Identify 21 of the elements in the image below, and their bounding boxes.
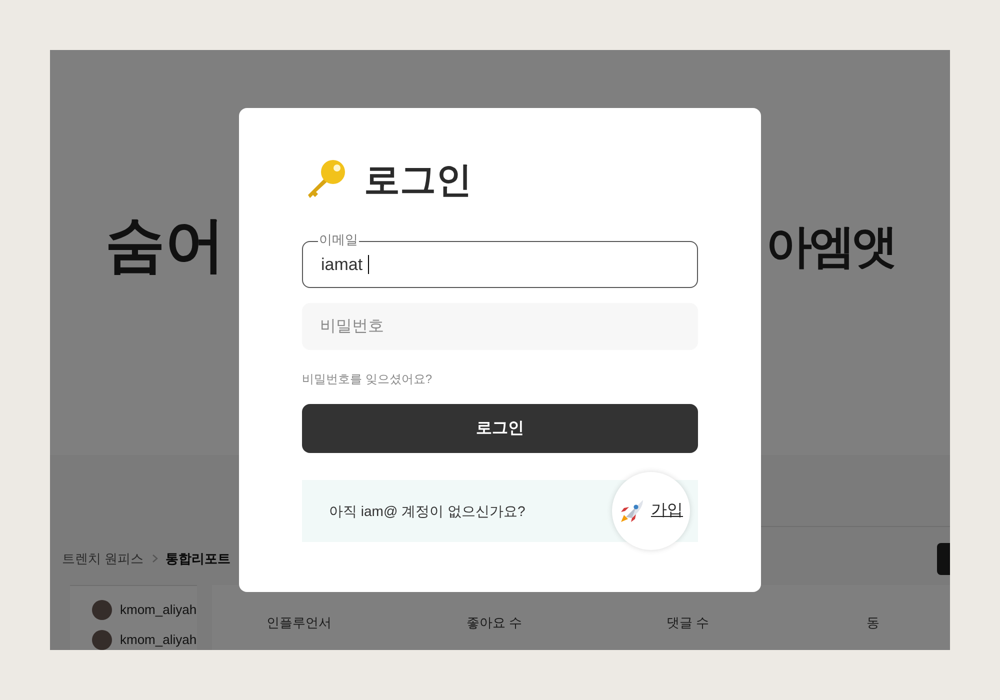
breadcrumb-item[interactable]: 통합리포트 [166, 549, 231, 568]
dialog-title: 로그인 [364, 158, 472, 202]
column-header: 동 [866, 614, 881, 632]
avatar-icon [92, 630, 112, 650]
login-button[interactable]: 로그인 [302, 404, 698, 453]
signup-link[interactable]: 가입 [651, 499, 683, 523]
column-header: 좋아요 수 [466, 614, 524, 632]
headline-text: 숨어 [105, 215, 225, 275]
avatar-icon [92, 600, 112, 620]
chevron-icon [152, 554, 158, 564]
signup-prompt: 아직 iam@ 계정이 없으신가요? [329, 502, 526, 520]
headline-text: 아엠앳 [766, 223, 895, 274]
influencer-name[interactable]: kmom_aliyah [120, 600, 197, 620]
email-label: 이메일 [318, 232, 359, 248]
breadcrumb-item[interactable]: 트렌치 원피스 [62, 549, 144, 568]
column-header: 댓글 수 [666, 614, 710, 632]
password-field[interactable]: 비밀번호 [302, 303, 698, 350]
influencer-name[interactable]: kmom_aliyah [120, 630, 197, 650]
rocket-icon [619, 498, 645, 524]
column-header: 인플루언서 [266, 614, 333, 632]
forgot-password-link[interactable]: 비밀번호를 잊으셨어요? [302, 372, 432, 386]
